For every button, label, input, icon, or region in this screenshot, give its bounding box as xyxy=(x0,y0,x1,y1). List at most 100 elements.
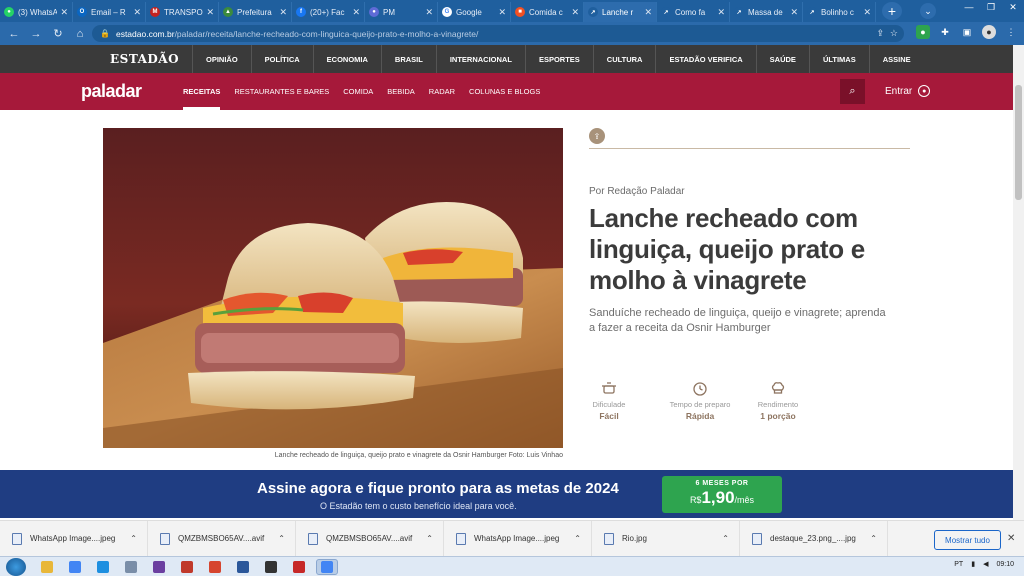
download-item[interactable]: WhatsApp Image....jpeg ⌃ xyxy=(0,520,148,557)
app-icon[interactable] xyxy=(260,559,282,575)
tab-close-icon[interactable]: ✕ xyxy=(60,7,68,18)
show-all-downloads-button[interactable]: Mostrar tudo xyxy=(934,530,1001,550)
explorer-icon[interactable] xyxy=(36,559,58,575)
download-items: WhatsApp Image....jpeg ⌃ QMZBMSBO65AV....a… xyxy=(0,520,888,557)
tab-close-icon[interactable]: ✕ xyxy=(717,7,725,18)
new-tab-button[interactable]: + xyxy=(882,2,902,20)
estadao-menu-item[interactable]: INTERNACIONAL xyxy=(435,45,525,73)
firefox-icon[interactable] xyxy=(92,559,114,575)
tab-title: Como fa xyxy=(675,7,706,17)
estadao-menu-item[interactable]: ESPORTES xyxy=(524,45,593,73)
browser-tab[interactable]: ↗ Massa de ✕ xyxy=(730,2,803,22)
estadao-menu-item[interactable]: OPINIÃO xyxy=(192,45,251,73)
search-button[interactable]: ⌕ xyxy=(840,79,865,104)
tab-close-icon[interactable]: ✕ xyxy=(571,7,579,18)
download-item[interactable]: QMZBMSBO65AV....avif ⌃ xyxy=(148,520,296,557)
scrollbar-thumb[interactable] xyxy=(1015,85,1022,200)
estadao-logo[interactable]: ESTADÃO xyxy=(110,52,190,66)
tab-close-icon[interactable]: ✕ xyxy=(133,7,141,18)
tab-close-icon[interactable]: ✕ xyxy=(352,7,360,18)
close-icon[interactable]: ✕ xyxy=(1002,0,1024,14)
chevron-up-icon[interactable]: ⌃ xyxy=(130,534,137,543)
estadao-menu-item[interactable]: CULTURA xyxy=(592,45,656,73)
browser-tab[interactable]: f (20+) Fac ✕ xyxy=(292,2,365,22)
media-icon[interactable] xyxy=(148,559,170,575)
forward-icon[interactable]: → xyxy=(28,26,44,42)
acrobat-icon[interactable] xyxy=(204,559,226,575)
start-button[interactable] xyxy=(6,557,26,576)
paladar-logo[interactable]: paladar xyxy=(81,81,176,102)
chevron-up-icon[interactable]: ⌃ xyxy=(574,534,581,543)
bookmark-star-icon[interactable]: ☆ xyxy=(890,28,898,39)
language-indicator[interactable]: PT xyxy=(954,561,963,568)
files-icon[interactable] xyxy=(120,559,142,575)
subscribe-offer-button[interactable]: 6 MESES POR R$1,90/mês xyxy=(662,476,782,513)
tab-close-icon[interactable]: ✕ xyxy=(206,7,214,18)
tab-close-icon[interactable]: ✕ xyxy=(790,7,798,18)
browser-tab[interactable]: G Google ✕ xyxy=(438,2,511,22)
chevron-up-icon[interactable]: ⌃ xyxy=(870,534,877,543)
maximize-icon[interactable]: ❐ xyxy=(980,0,1002,14)
extension-icon[interactable]: ● xyxy=(916,25,930,39)
browser-tab[interactable]: ● PM ✕ xyxy=(365,2,438,22)
article-area: Lanche recheado de linguiça, queijo prat… xyxy=(0,110,1013,470)
chrome-icon[interactable] xyxy=(64,559,86,575)
sidepanel-icon[interactable]: ▣ xyxy=(960,25,974,39)
tab-search-button[interactable]: ⌄ xyxy=(920,3,936,19)
tab-close-icon[interactable]: ✕ xyxy=(644,7,652,18)
home-icon[interactable]: ⌂ xyxy=(72,26,88,42)
word-icon[interactable] xyxy=(232,559,254,575)
tab-close-icon[interactable]: ✕ xyxy=(498,7,506,18)
paladar-menu-item[interactable]: BEBIDA xyxy=(380,73,422,110)
url-bar[interactable]: 🔒 estadao.com.br/paladar/receita/lanche-… xyxy=(92,25,904,42)
tab-title: (20+) Fac xyxy=(310,7,345,17)
shield-app-icon[interactable] xyxy=(176,559,198,575)
estadao-menu-item[interactable]: BRASIL xyxy=(380,45,436,73)
browser-tab[interactable]: ▲ Prefeitura ✕ xyxy=(219,2,292,22)
estadao-menu-item[interactable]: ÚLTIMAS xyxy=(808,45,869,73)
estadao-menu-item[interactable]: ESTADÃO VERIFICA xyxy=(655,45,755,73)
login-button[interactable]: Entrar ● xyxy=(885,85,931,97)
chevron-up-icon[interactable]: ⌃ xyxy=(722,534,729,543)
download-item[interactable]: destaque_23.png_....jpg ⌃ xyxy=(740,520,888,557)
tab-close-icon[interactable]: ✕ xyxy=(863,7,871,18)
browser-tab[interactable]: ■ Comida c ✕ xyxy=(511,2,584,22)
paladar-menu-item[interactable]: RADAR xyxy=(422,73,462,110)
volume-icon[interactable]: ◀ xyxy=(983,560,988,568)
paladar-menu-item[interactable]: RESTAURANTES E BARES xyxy=(227,73,336,110)
chevron-up-icon[interactable]: ⌃ xyxy=(426,534,433,543)
reload-icon[interactable]: ↻ xyxy=(50,26,66,42)
download-item[interactable]: WhatsApp Image....jpeg ⌃ xyxy=(444,520,592,557)
pdf-icon[interactable] xyxy=(288,559,310,575)
paladar-menu-item[interactable]: RECEITAS xyxy=(176,73,227,110)
clock[interactable]: 09:10 xyxy=(996,561,1014,568)
download-item[interactable]: QMZBMSBO65AV....avif ⌃ xyxy=(296,520,444,557)
share-page-icon[interactable]: ⇪ xyxy=(876,28,884,39)
browser-tab[interactable]: O Email – R ✕ xyxy=(73,2,146,22)
estadao-menu-item[interactable]: SAÚDE xyxy=(755,45,809,73)
estadao-menu-item[interactable]: POLÍTICA xyxy=(250,45,313,73)
tab-close-icon[interactable]: ✕ xyxy=(425,7,433,18)
page-scrollbar[interactable] xyxy=(1013,45,1024,525)
back-icon[interactable]: ← xyxy=(6,26,22,42)
profile-avatar[interactable]: ● xyxy=(982,25,996,39)
share-icon[interactable]: ⇪ xyxy=(589,128,605,144)
menu-kebab-icon[interactable]: ⋮ xyxy=(1004,25,1018,39)
paladar-menu-item[interactable]: COLUNAS E BLOGS xyxy=(462,73,547,110)
browser-tab[interactable]: ↗ Bolinho c ✕ xyxy=(803,2,876,22)
puzzle-extensions-icon[interactable]: ✚ xyxy=(938,25,952,39)
paladar-menu-item[interactable]: COMIDA xyxy=(336,73,380,110)
chrome-active-icon[interactable] xyxy=(316,558,338,575)
close-downloads-icon[interactable]: ✕ xyxy=(1007,533,1015,544)
tab-close-icon[interactable]: ✕ xyxy=(279,7,287,18)
browser-tab[interactable]: ● (3) WhatsApp✕ xyxy=(0,2,73,22)
browser-tab[interactable]: M TRANSPO ✕ xyxy=(146,2,219,22)
browser-tab[interactable]: ↗ Lanche r ✕ xyxy=(584,2,657,22)
estadao-menu-item[interactable]: ASSINE xyxy=(868,45,924,73)
chevron-up-icon[interactable]: ⌃ xyxy=(278,534,285,543)
minimize-icon[interactable]: — xyxy=(958,0,980,14)
estadao-menu-item[interactable]: ECONOMIA xyxy=(312,45,381,73)
download-item[interactable]: Rio.jpg ⌃ xyxy=(592,520,740,557)
network-icon[interactable]: ▮ xyxy=(971,560,975,568)
browser-tab[interactable]: ↗ Como fa ✕ xyxy=(657,2,730,22)
